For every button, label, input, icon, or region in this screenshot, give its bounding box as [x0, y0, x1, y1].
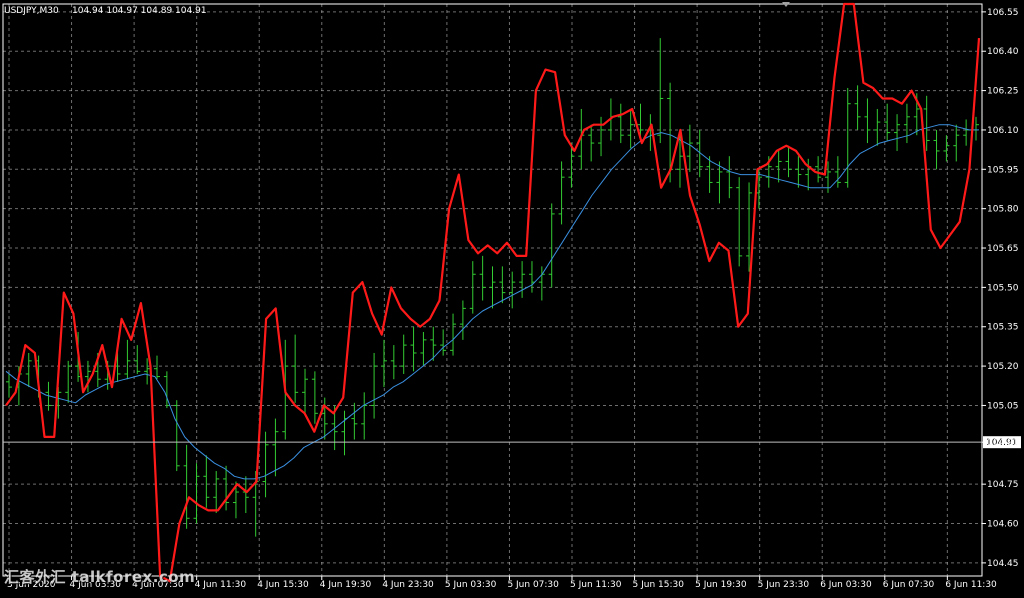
x-tick-label: 4 Jun 19:30	[320, 580, 372, 590]
y-tick-label: 106.40	[987, 47, 1019, 57]
x-tick-label: 4 Jun 11:30	[195, 580, 247, 590]
y-tick-label: 104.45	[987, 559, 1019, 569]
y-tick-label: 105.05	[987, 401, 1019, 411]
x-tick-label: 5 Jun 23:30	[758, 580, 810, 590]
y-tick-label: 106.55	[987, 8, 1019, 18]
x-tick-label: 6 Jun 03:30	[820, 580, 872, 590]
y-tick-label: 106.25	[987, 87, 1019, 97]
y-tick-label: 104.75	[987, 480, 1019, 490]
y-tick-label: 105.50	[987, 283, 1019, 293]
x-tick-label: 5 Jun 03:30	[445, 580, 497, 590]
price-chart[interactable]: 104.91 106.55 106.40 106.25 106.10 105.95 105…	[0, 0, 1024, 594]
x-tick-label: 4 Jun 23:30	[382, 580, 434, 590]
y-tick-label: 106.10	[987, 126, 1019, 136]
price-axis: 106.55 106.40 106.25 106.10 105.95 105.80 105.…	[982, 8, 1019, 569]
x-tick-label: 5 Jun 15:30	[633, 580, 685, 590]
y-tick-label: 105.35	[987, 323, 1019, 333]
x-tick-label: 6 Jun 07:30	[883, 580, 935, 590]
y-tick-label: 105.65	[987, 244, 1019, 254]
ohlc-label: 104.94 104.97 104.89 104.91	[72, 6, 207, 16]
chart-header: USDJPY,M30 104.94 104.97 104.89 104.91	[4, 6, 207, 16]
x-tick-label: 6 Jun 11:30	[945, 580, 997, 590]
symbol-label: USDJPY,M30	[4, 6, 59, 16]
y-tick-label: 104.91	[987, 438, 1019, 448]
y-tick-label: 105.20	[987, 362, 1019, 372]
x-tick-label: 5 Jun 11:30	[570, 580, 622, 590]
y-tick-label: 105.80	[987, 205, 1019, 215]
chart-canvas[interactable]: 104.91 106.55 106.40 106.25 106.10 105.95 105…	[0, 0, 1024, 594]
x-tick-label: 5 Jun 07:30	[507, 580, 559, 590]
x-tick-label: 4 Jun 15:30	[257, 580, 309, 590]
y-tick-label: 105.95	[987, 165, 1019, 175]
x-tick-label: 5 Jun 19:30	[695, 580, 747, 590]
watermark: 汇客外汇 talkforex.com	[4, 568, 196, 586]
y-tick-label: 104.60	[987, 520, 1019, 530]
